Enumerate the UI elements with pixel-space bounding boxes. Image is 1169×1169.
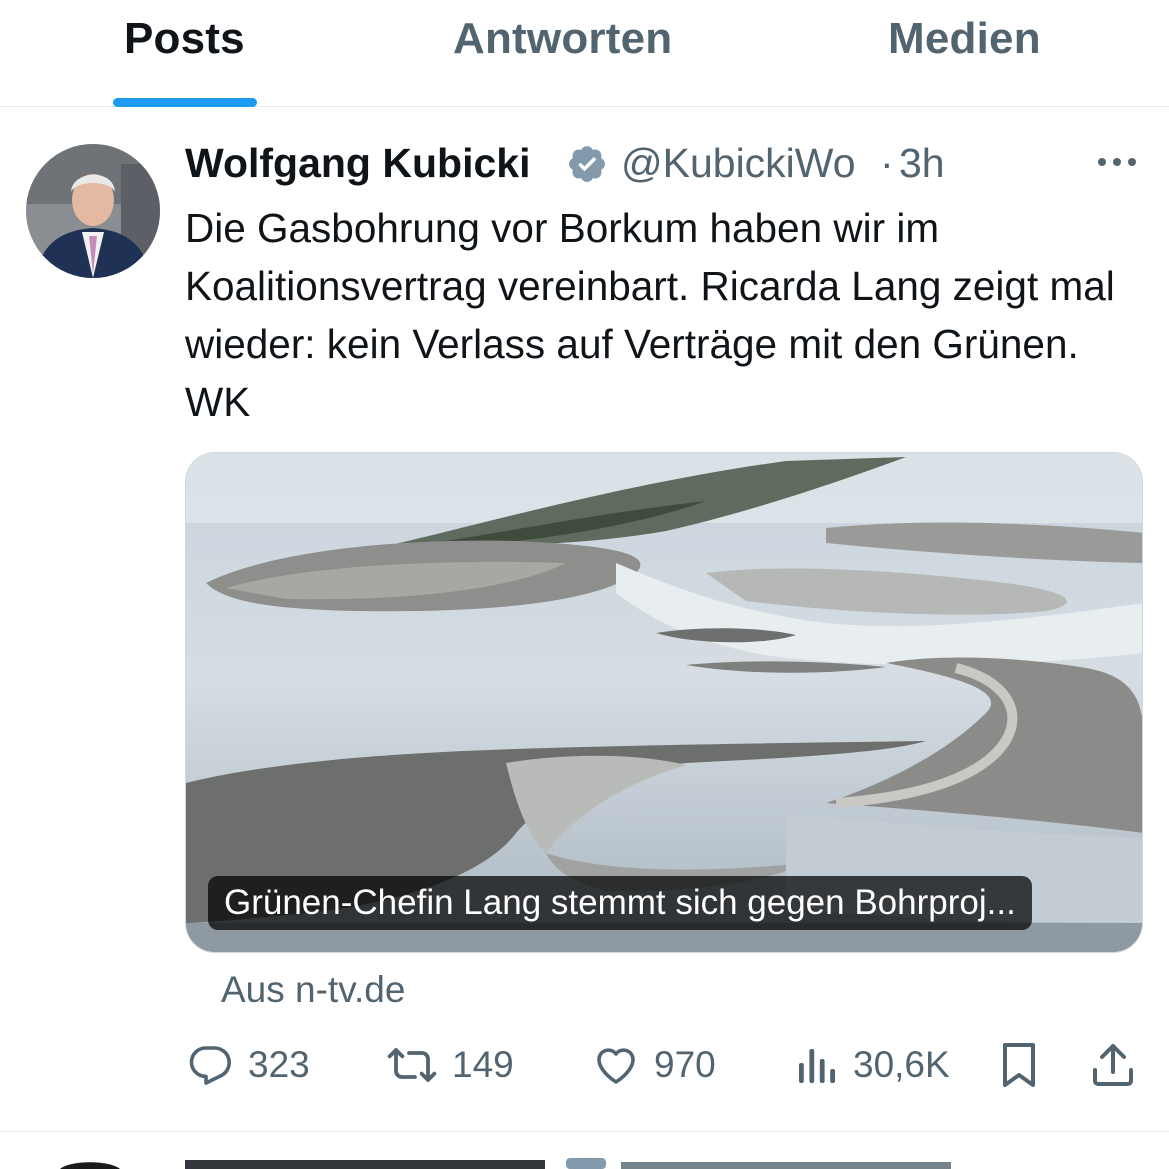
bar-chart-icon [799, 1049, 835, 1083]
view-count: 30,6K [853, 1044, 950, 1085]
author-handle[interactable]: @KubickiWo [621, 140, 856, 187]
tab-media[interactable]: Medien [888, 14, 1041, 64]
link-card-title: Grünen-Chefin Lang stemmt sich gegen Boh… [208, 876, 1032, 930]
more-dots-icon[interactable] [1096, 154, 1138, 170]
profile-tabs: Posts Antworten Medien [0, 0, 1169, 107]
reply-count: 323 [248, 1044, 310, 1085]
bookmark-icon [1003, 1043, 1035, 1087]
reply-bubble-icon [189, 1046, 231, 1085]
retweet-icon [387, 1048, 437, 1082]
next-post-preview [0, 1150, 1169, 1169]
link-card-image[interactable]: Grünen-Chefin Lang stemmt sich gegen Boh… [185, 452, 1143, 953]
tab-replies[interactable]: Antworten [453, 14, 672, 64]
link-card-source[interactable]: Aus n-tv.de [221, 969, 405, 1011]
heart-icon [597, 1048, 635, 1084]
verified-badge-icon [569, 146, 605, 182]
reply-button[interactable]: 323 [186, 1040, 310, 1090]
meta-separator: · [880, 140, 894, 186]
post-divider [0, 1131, 1169, 1132]
bookmark-button[interactable] [997, 1040, 1041, 1090]
share-upload-icon [1093, 1044, 1133, 1086]
active-tab-indicator [113, 98, 257, 107]
views-button[interactable]: 30,6K [795, 1040, 950, 1090]
like-button[interactable]: 970 [592, 1040, 716, 1090]
repost-button[interactable]: 149 [386, 1040, 514, 1090]
like-count: 970 [654, 1044, 716, 1085]
post-text: Die Gasbohrung vor Borkum haben wir im K… [185, 205, 1115, 425]
author-name[interactable]: Wolfgang Kubicki [185, 140, 530, 187]
repost-count: 149 [452, 1044, 514, 1085]
post-timestamp[interactable]: 3h [899, 140, 945, 187]
tab-posts[interactable]: Posts [124, 14, 245, 64]
author-avatar[interactable] [26, 144, 160, 278]
share-button[interactable] [1089, 1040, 1137, 1090]
